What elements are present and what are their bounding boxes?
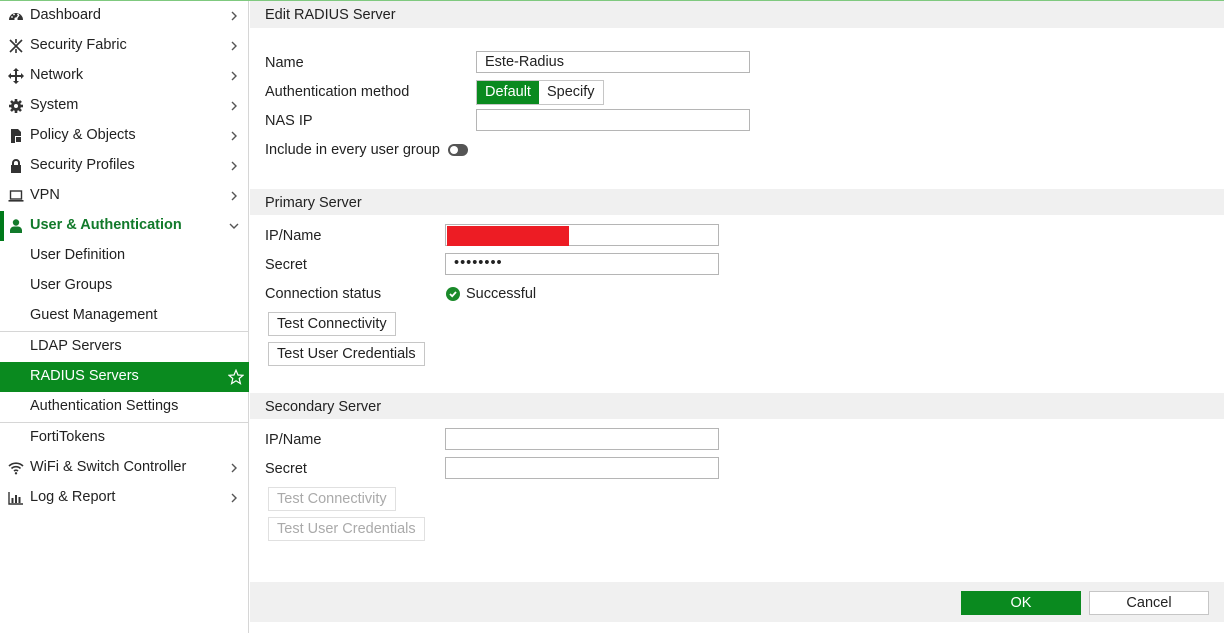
user-icon — [8, 218, 24, 234]
page-title: Edit RADIUS Server — [265, 7, 396, 23]
chevron-right-icon — [231, 493, 237, 503]
sidebar-item-authentication-settings[interactable]: Authentication Settings — [0, 392, 249, 422]
name-input[interactable] — [476, 51, 750, 73]
sidebar-item-security-fabric[interactable]: Security Fabric — [0, 31, 249, 61]
sidebar-item-label: Log & Report — [30, 489, 116, 505]
chevron-right-icon — [231, 11, 237, 21]
auth-method-default-button[interactable]: Default — [477, 81, 539, 104]
sidebar-item-vpn[interactable]: VPN — [0, 181, 249, 211]
check-circle-icon — [446, 287, 460, 301]
sidebar-item-label: Security Fabric — [30, 37, 127, 53]
chevron-down-icon — [229, 223, 239, 229]
network-icon — [8, 68, 24, 84]
security-fabric-icon — [8, 38, 24, 54]
secondary-test-connectivity-button[interactable]: Test Connectivity — [268, 487, 396, 511]
primary-ip-input[interactable] — [445, 224, 719, 246]
sidebar-item-label: WiFi & Switch Controller — [30, 459, 187, 475]
ok-button[interactable]: OK — [961, 591, 1081, 615]
sidebar-item-fortitokens[interactable]: FortiTokens — [0, 423, 249, 453]
sidebar-item-network[interactable]: Network — [0, 61, 249, 91]
sidebar-item-label: User Groups — [30, 277, 113, 293]
sidebar-item-dashboard[interactable]: Dashboard — [0, 1, 249, 31]
include-user-group-label: Include in every user group — [265, 142, 440, 158]
sidebar-item-label: User & Authentication — [30, 217, 182, 233]
sidebar-item-label: Dashboard — [30, 7, 101, 23]
secondary-secret-input[interactable] — [445, 457, 719, 479]
sidebar-item-user-groups[interactable]: User Groups — [0, 271, 249, 301]
chevron-right-icon — [231, 191, 237, 201]
sidebar-item-system[interactable]: System — [0, 91, 249, 121]
nas-ip-input[interactable] — [476, 109, 750, 131]
sidebar-item-label: User Definition — [30, 247, 126, 263]
connection-status-label: Connection status — [265, 286, 382, 302]
sidebar-item-label: VPN — [30, 187, 60, 203]
chevron-right-icon — [231, 41, 237, 51]
sidebar-item-label: Security Profiles — [30, 157, 135, 173]
sidebar-item-policy-objects[interactable]: Policy & Objects — [0, 121, 249, 151]
chart-icon — [8, 490, 24, 506]
sidebar-item-ldap-servers[interactable]: LDAP Servers — [0, 332, 249, 362]
name-label: Name — [265, 55, 304, 71]
sidebar-item-label: Network — [30, 67, 84, 83]
chevron-right-icon — [231, 101, 237, 111]
wifi-icon — [8, 460, 24, 476]
nas-ip-label: NAS IP — [265, 113, 313, 129]
secondary-server-section-header: Secondary Server — [250, 393, 1224, 419]
primary-test-user-credentials-button[interactable]: Test User Credentials — [268, 342, 425, 366]
sidebar-item-label: Authentication Settings — [30, 398, 179, 414]
redaction-block — [447, 226, 569, 246]
secondary-server-title: Secondary Server — [265, 399, 382, 415]
primary-secret-label: Secret — [265, 257, 307, 273]
auth-method-toggle: Default Specify — [476, 80, 604, 105]
sidebar-item-user-definition[interactable]: User Definition — [0, 241, 249, 271]
secondary-ip-label: IP/Name — [265, 432, 322, 448]
sidebar-item-log-report[interactable]: Log & Report — [0, 483, 249, 513]
auth-method-specify-button[interactable]: Specify — [539, 81, 603, 104]
sidebar: Dashboard Security Fabric Network System… — [0, 1, 249, 633]
dashboard-icon — [8, 8, 24, 24]
toggle-knob — [450, 146, 458, 154]
secondary-secret-label: Secret — [265, 461, 307, 477]
primary-secret-input[interactable]: •••••••• — [445, 253, 719, 275]
connection-status-value: Successful — [466, 286, 537, 302]
include-user-group-toggle[interactable] — [448, 144, 468, 156]
star-icon[interactable] — [228, 369, 244, 385]
sidebar-item-guest-management[interactable]: Guest Management — [0, 301, 249, 331]
policy-icon — [8, 128, 24, 144]
sidebar-item-wifi-switch-controller[interactable]: WiFi & Switch Controller — [0, 453, 249, 483]
primary-ip-label: IP/Name — [265, 228, 322, 244]
chevron-right-icon — [231, 161, 237, 171]
sidebar-item-label: RADIUS Servers — [30, 368, 139, 384]
gear-icon — [8, 98, 24, 114]
auth-method-label: Authentication method — [265, 84, 410, 100]
chevron-right-icon — [231, 71, 237, 81]
secondary-test-user-credentials-button[interactable]: Test User Credentials — [268, 517, 425, 541]
sidebar-item-label: FortiTokens — [30, 429, 105, 445]
sidebar-item-radius-servers[interactable]: RADIUS Servers — [0, 362, 249, 392]
sidebar-item-security-profiles[interactable]: Security Profiles — [0, 151, 249, 181]
primary-server-section-header: Primary Server — [250, 189, 1224, 215]
sidebar-item-label: LDAP Servers — [30, 338, 122, 354]
sidebar-item-label: System — [30, 97, 79, 113]
laptop-icon — [8, 188, 24, 204]
sidebar-item-user-authentication[interactable]: User & Authentication — [0, 211, 249, 241]
primary-server-title: Primary Server — [265, 195, 362, 211]
cancel-button[interactable]: Cancel — [1089, 591, 1209, 615]
chevron-right-icon — [231, 131, 237, 141]
connection-status: Successful — [446, 286, 536, 302]
lock-icon — [8, 158, 24, 174]
edit-radius-server-panel: Edit RADIUS Server Name Authentication m… — [250, 1, 1224, 633]
page-header: Edit RADIUS Server — [250, 1, 1224, 28]
sidebar-item-label: Policy & Objects — [30, 127, 136, 143]
secondary-ip-input[interactable] — [445, 428, 719, 450]
sidebar-item-label: Guest Management — [30, 307, 158, 323]
primary-test-connectivity-button[interactable]: Test Connectivity — [268, 312, 396, 336]
chevron-right-icon — [231, 463, 237, 473]
